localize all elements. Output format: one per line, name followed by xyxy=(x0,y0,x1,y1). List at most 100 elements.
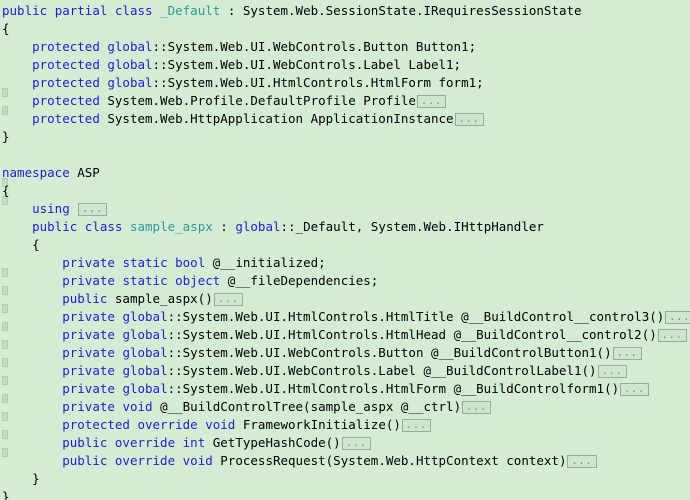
keyword-token: global xyxy=(122,381,168,396)
collapsed-region-box[interactable]: ... xyxy=(401,419,431,432)
code-line[interactable]: protected global::System.Web.UI.WebContr… xyxy=(0,56,690,74)
keyword-token: void xyxy=(182,453,213,468)
code-line[interactable]: private void @__BuildControlTree(sample_… xyxy=(0,398,690,416)
code-token: ::System.Web.UI.HtmlControls.HtmlTitle @… xyxy=(167,309,665,324)
keyword-token: using xyxy=(32,201,70,216)
collapsed-region-box[interactable]: ... xyxy=(612,347,642,360)
code-line[interactable]: private global::System.Web.UI.HtmlContro… xyxy=(0,326,690,344)
code-token: ::System.Web.UI.WebControls.Button @__Bu… xyxy=(167,345,612,360)
code-editor[interactable]: public partial class _Default : System.W… xyxy=(0,0,690,500)
code-line[interactable]: public sample_aspx()... xyxy=(0,290,690,308)
code-token: ::System.Web.UI.HtmlControls.HtmlForm fo… xyxy=(152,75,484,90)
code-line[interactable]: { xyxy=(0,236,690,254)
keyword-token: protected xyxy=(32,93,100,108)
code-line[interactable]: public partial class _Default : System.W… xyxy=(0,2,690,20)
code-line[interactable]: public class sample_aspx : global::_Defa… xyxy=(0,218,690,236)
code-token: ::System.Web.UI.HtmlControls.HtmlForm @_… xyxy=(167,381,620,396)
collapsed-region-box[interactable]: ... xyxy=(665,311,690,324)
keyword-token: global xyxy=(122,345,168,360)
keyword-token: private xyxy=(62,345,115,360)
keyword-token: global xyxy=(107,75,153,90)
keyword-token: public xyxy=(62,291,108,306)
code-line[interactable]: } xyxy=(0,488,690,500)
code-line[interactable]: } xyxy=(0,470,690,488)
collapsed-region-box[interactable]: ... xyxy=(416,95,446,108)
code-line[interactable]: protected System.Web.Profile.DefaultProf… xyxy=(0,92,690,110)
keyword-token: namespace xyxy=(2,165,70,180)
code-token: : xyxy=(212,219,236,234)
keyword-token: static xyxy=(122,255,168,270)
collapsed-region-box[interactable]: ... xyxy=(341,437,371,450)
collapsed-region-box[interactable]: ... xyxy=(567,455,597,468)
keyword-token: global xyxy=(122,363,168,378)
code-line[interactable]: private static bool @__initialized; xyxy=(0,254,690,272)
collapsed-region-box[interactable]: ... xyxy=(462,401,492,414)
code-token: System.Web.Profile.DefaultProfile Profil… xyxy=(107,93,416,108)
code-line[interactable]: public override void ProcessRequest(Syst… xyxy=(0,452,690,470)
code-token: ::_Default, System.Web.IHttpHandler xyxy=(280,219,544,234)
code-line[interactable]: private static object @__fileDependencie… xyxy=(0,272,690,290)
keyword-token: global xyxy=(122,327,168,342)
collapsed-region-box[interactable]: ... xyxy=(213,293,243,306)
keyword-token: int xyxy=(182,435,206,450)
keyword-token: bool xyxy=(175,255,206,270)
code-line[interactable]: protected override void FrameworkInitial… xyxy=(0,416,690,434)
collapsed-region-box[interactable]: ... xyxy=(620,383,650,396)
code-token: { xyxy=(2,183,10,198)
code-line[interactable]: } xyxy=(0,128,690,146)
code-token: @__initialized; xyxy=(205,255,326,270)
code-line[interactable]: { xyxy=(0,20,690,38)
code-line[interactable]: protected global::System.Web.UI.HtmlCont… xyxy=(0,74,690,92)
code-line[interactable]: { xyxy=(0,182,690,200)
code-line[interactable]: private global::System.Web.UI.HtmlContro… xyxy=(0,308,690,326)
keyword-token: protected xyxy=(32,75,100,90)
code-line[interactable]: namespace ASP xyxy=(0,164,690,182)
keyword-token: class xyxy=(114,3,153,18)
type-token: _Default xyxy=(160,3,221,18)
keyword-token: void xyxy=(205,417,236,432)
collapsed-region-box[interactable]: ... xyxy=(657,329,687,342)
code-line[interactable]: public override int GetTypeHashCode()... xyxy=(0,434,690,452)
code-line[interactable]: private global::System.Web.UI.WebControl… xyxy=(0,344,690,362)
code-line[interactable]: protected System.Web.HttpApplication App… xyxy=(0,110,690,128)
keyword-token: class xyxy=(84,219,123,234)
keyword-token: global xyxy=(107,57,153,72)
code-line[interactable] xyxy=(0,146,690,164)
code-line[interactable]: using ... xyxy=(0,200,690,218)
collapsed-region-box[interactable]: ... xyxy=(597,365,627,378)
keyword-token: override xyxy=(137,417,198,432)
collapsed-region-box[interactable]: ... xyxy=(454,113,484,126)
code-token: ::System.Web.UI.WebControls.Label @__Bui… xyxy=(167,363,597,378)
collapsed-region-box[interactable]: ... xyxy=(78,203,108,216)
keyword-token: static xyxy=(122,273,168,288)
code-token: FrameworkInitialize() xyxy=(235,417,401,432)
keyword-token: object xyxy=(175,273,221,288)
code-line[interactable]: protected global::System.Web.UI.WebContr… xyxy=(0,38,690,56)
keyword-token: protected xyxy=(32,111,100,126)
keyword-token: protected xyxy=(32,39,100,54)
code-line[interactable]: private global::System.Web.UI.HtmlContro… xyxy=(0,380,690,398)
code-token: : System.Web.SessionState.IRequiresSessi… xyxy=(220,3,582,18)
keyword-token: private xyxy=(62,273,115,288)
code-line[interactable]: private global::System.Web.UI.WebControl… xyxy=(0,362,690,380)
code-token: ::System.Web.UI.WebControls.Button Butto… xyxy=(152,39,477,54)
code-content[interactable]: public partial class _Default : System.W… xyxy=(0,2,690,500)
